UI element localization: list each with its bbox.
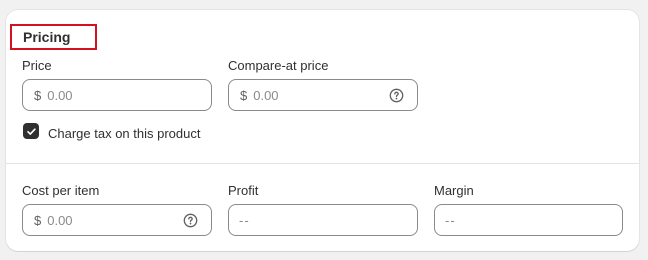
profit-field: -- [228,204,418,236]
cost-currency-symbol: $ [34,212,42,228]
price-value: 0.00 [47,87,73,103]
cost-per-item-label: Cost per item [22,183,100,198]
profit-value: -- [239,212,250,228]
price-input[interactable]: $ 0.00 [22,79,212,111]
price-currency-symbol: $ [34,87,42,103]
pricing-card: Pricing Price $ 0.00 Compare-at price $ … [6,10,639,251]
charge-tax-label[interactable]: Charge tax on this product [48,126,200,141]
compare-at-currency-symbol: $ [240,87,248,103]
compare-at-price-value: 0.00 [253,87,279,103]
margin-value: -- [445,212,456,228]
cost-per-item-value: 0.00 [47,212,73,228]
profit-label: Profit [228,183,259,198]
compare-at-price-label: Compare-at price [228,58,329,73]
price-label: Price [22,58,52,73]
pricing-section-title: Pricing [10,24,97,50]
charge-tax-checkbox[interactable] [23,123,39,139]
help-icon[interactable] [182,212,198,228]
margin-label: Margin [434,183,474,198]
section-divider [6,163,639,164]
compare-at-price-input[interactable]: $ 0.00 [228,79,418,111]
checkmark-icon [26,127,36,135]
help-icon[interactable] [388,87,404,103]
cost-per-item-input[interactable]: $ 0.00 [22,204,212,236]
margin-field: -- [434,204,623,236]
